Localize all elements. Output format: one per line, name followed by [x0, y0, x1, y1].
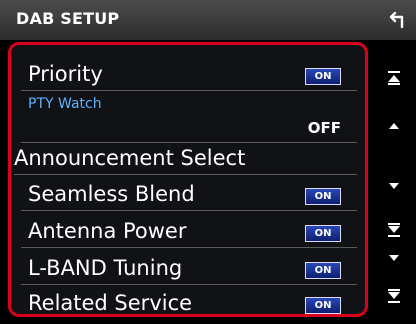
page-up-button[interactable] — [382, 66, 406, 90]
row-divider — [21, 210, 357, 211]
back-arrow-icon — [389, 11, 404, 29]
priority-row[interactable]: Priority ON — [11, 59, 365, 91]
scroll-controls — [372, 44, 416, 314]
antenna-power-label: Antenna Power — [28, 219, 187, 243]
antenna-power-row[interactable]: Antenna Power ON — [11, 216, 365, 248]
scroll-down-button[interactable] — [382, 246, 406, 270]
seamless-blend-toggle[interactable]: ON — [305, 188, 341, 205]
page-up-icon — [388, 71, 400, 85]
settings-list: Priority ON PTY Watch OFF Announcement S… — [8, 42, 368, 317]
row-divider — [21, 284, 357, 285]
row-divider — [21, 247, 357, 248]
related-service-row[interactable]: Related Service ON — [11, 288, 365, 315]
page-down-button[interactable] — [382, 284, 406, 308]
lband-tuning-row[interactable]: L-BAND Tuning ON — [11, 253, 365, 285]
pty-watch-label: PTY Watch — [28, 96, 102, 112]
priority-toggle[interactable]: ON — [305, 68, 341, 85]
back-button[interactable] — [384, 8, 410, 34]
seamless-blend-label: Seamless Blend — [28, 182, 195, 206]
scroll-up-icon — [389, 123, 399, 129]
seamless-blend-row[interactable]: Seamless Blend ON — [11, 179, 365, 211]
row-divider — [14, 174, 357, 175]
announcement-select-label: Announcement Select — [14, 146, 246, 170]
related-service-label: Related Service — [28, 291, 193, 315]
scroll-down-button[interactable] — [382, 174, 406, 198]
pty-watch-row[interactable]: PTY Watch OFF — [11, 95, 365, 143]
pty-watch-value[interactable]: OFF — [308, 119, 341, 137]
lband-tuning-toggle[interactable]: ON — [305, 262, 341, 279]
antenna-power-toggle[interactable]: ON — [305, 225, 341, 242]
title-bar: DAB SETUP — [0, 0, 416, 40]
scroll-down-icon — [389, 183, 399, 189]
announcement-select-row[interactable]: Announcement Select — [11, 143, 365, 175]
priority-label: Priority — [28, 62, 103, 86]
page-title: DAB SETUP — [16, 9, 120, 28]
related-service-toggle[interactable]: ON — [305, 297, 341, 314]
row-divider — [21, 90, 357, 91]
scroll-down-icon — [389, 255, 399, 261]
scroll-up-button[interactable] — [382, 114, 406, 138]
page-down-button[interactable] — [382, 218, 406, 242]
page-down-icon — [388, 289, 400, 303]
page-down-icon — [388, 223, 400, 237]
lband-tuning-label: L-BAND Tuning — [28, 256, 183, 280]
